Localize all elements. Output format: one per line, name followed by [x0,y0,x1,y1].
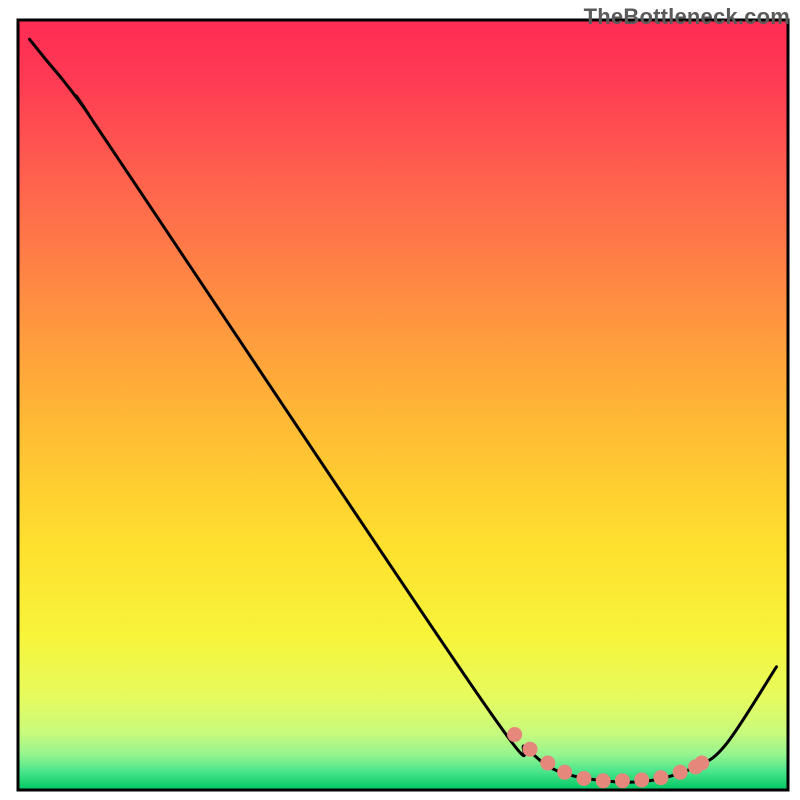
bottleneck-chart: TheBottleneck.com [0,0,800,800]
marker-dot [523,742,538,757]
marker-dot [653,770,668,785]
marker-dot [507,727,522,742]
marker-dot [673,765,688,780]
marker-dot [634,772,649,787]
gradient-background [18,20,788,790]
marker-dot [540,756,555,771]
watermark-text: TheBottleneck.com [584,4,790,30]
marker-dot [615,773,630,788]
chart-svg [0,0,800,800]
marker-dot [576,771,591,786]
plot-area [18,20,788,790]
marker-dot [557,765,572,780]
marker-dot [596,773,611,788]
marker-dot [694,756,709,771]
